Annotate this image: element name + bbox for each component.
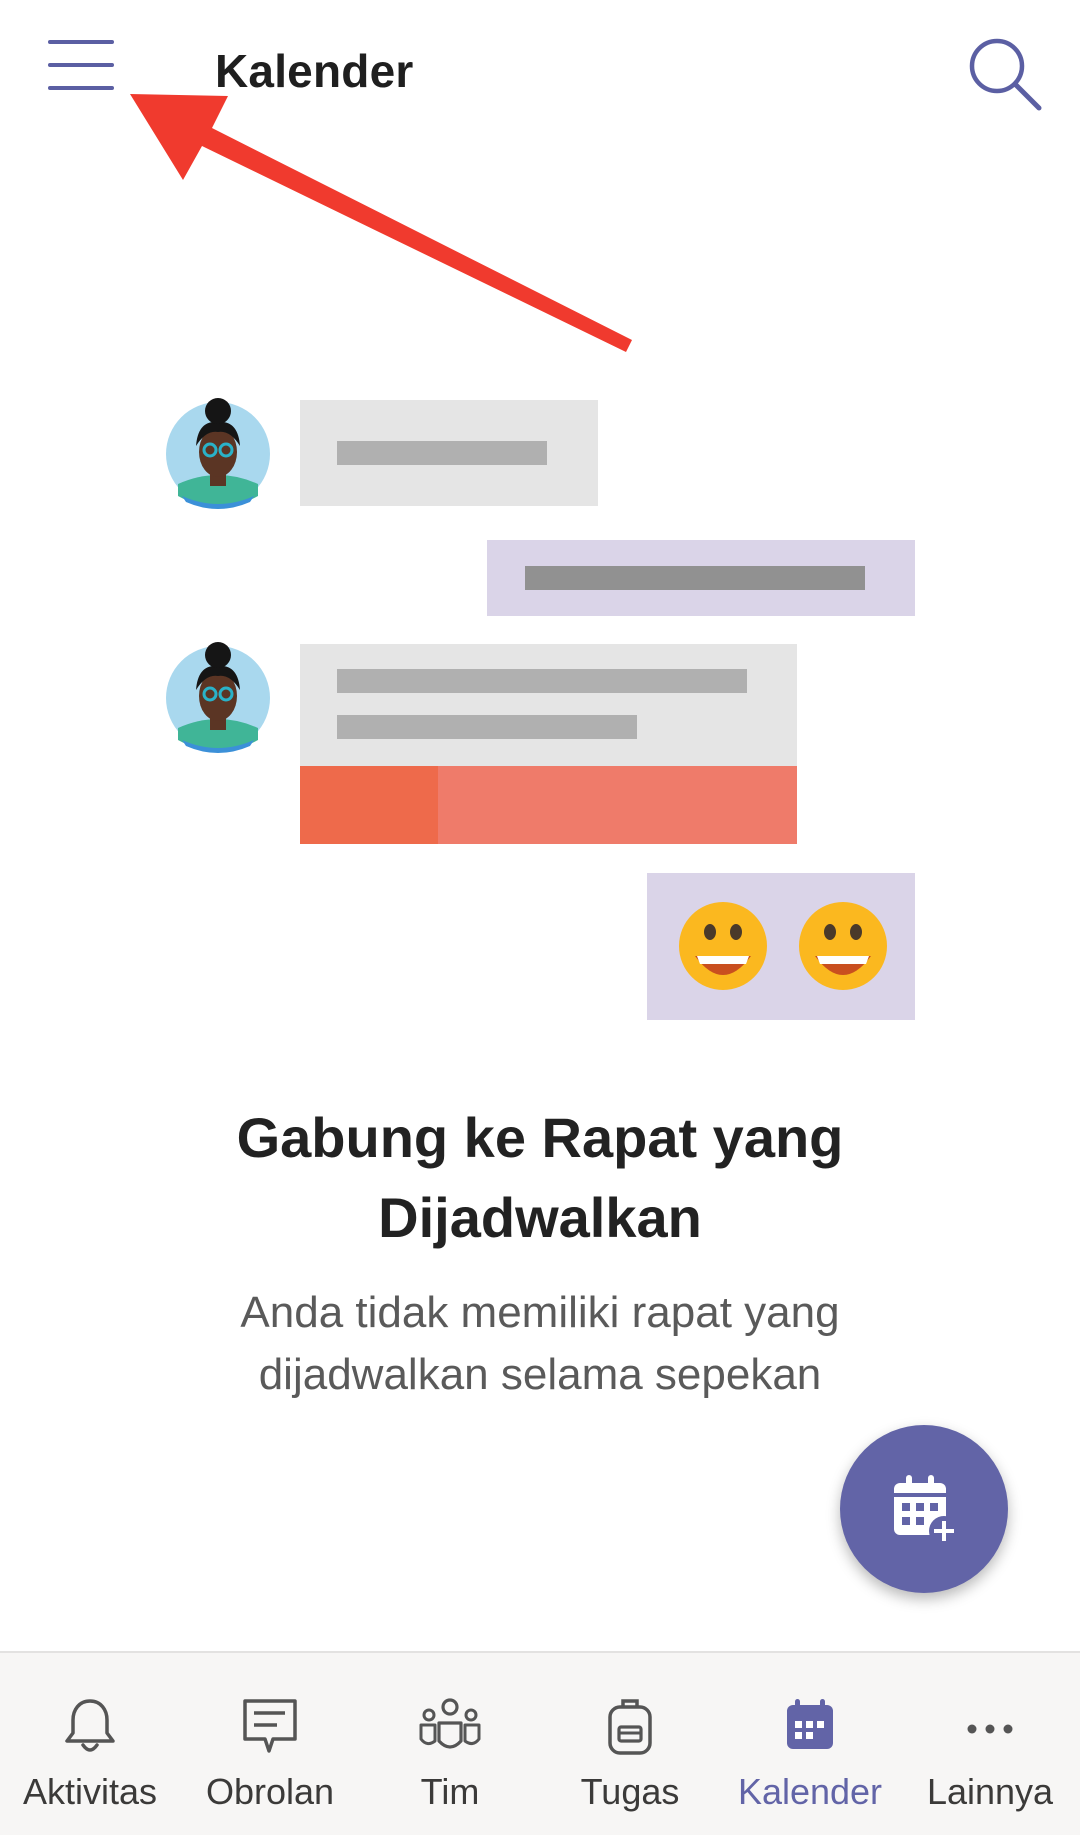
bottom-nav: Aktivitas Obrolan Tim Tugas Kalender Lai…	[0, 1651, 1080, 1835]
nav-label: Obrolan	[205, 1771, 335, 1812]
calendar-icon	[787, 1699, 833, 1749]
calendar-add-icon	[894, 1475, 959, 1546]
avatar-illustration	[166, 398, 270, 509]
smiley-emoji	[679, 902, 767, 990]
empty-state-subtitle: Anda tidak memiliki rapat yang dijadwalk…	[140, 1282, 940, 1406]
chat-icon	[243, 1699, 297, 1753]
empty-state-subtitle-line: dijadwalkan selama sepekan	[258, 1350, 822, 1399]
teams-icon	[419, 1698, 481, 1749]
nav-label: Tim	[420, 1771, 480, 1812]
bell-icon	[65, 1699, 115, 1752]
nav-label: Kalender	[737, 1771, 883, 1812]
empty-state-title-line: Dijadwalkan	[378, 1186, 702, 1249]
nav-item-lainnya[interactable]: Lainnya	[900, 1653, 1080, 1835]
search-icon	[969, 38, 1042, 111]
app-header: Kalender	[0, 0, 1080, 140]
nav-item-obrolan[interactable]: Obrolan	[180, 1653, 360, 1835]
smiley-emoji	[799, 902, 887, 990]
empty-state-title: Gabung ke Rapat yang Dijadwalkan	[140, 1098, 940, 1258]
empty-state-title-line: Gabung ke Rapat yang	[236, 1106, 844, 1169]
nav-label: Lainnya	[926, 1771, 1054, 1812]
hamburger-menu-icon	[48, 40, 114, 90]
avatar-illustration	[166, 642, 270, 753]
backpack-icon	[608, 1699, 652, 1755]
page-title: Kalender	[215, 45, 414, 97]
nav-item-tim[interactable]: Tim	[360, 1653, 540, 1835]
nav-label: Tugas	[580, 1771, 680, 1812]
search-button[interactable]	[965, 34, 1045, 114]
nav-item-tugas[interactable]: Tugas	[540, 1653, 720, 1835]
nav-item-kalender[interactable]: Kalender	[720, 1653, 900, 1835]
nav-item-aktivitas[interactable]: Aktivitas	[0, 1653, 180, 1835]
nav-label: Aktivitas	[22, 1771, 158, 1812]
more-icon	[967, 1724, 1013, 1734]
new-meeting-button[interactable]	[840, 1425, 1008, 1593]
hamburger-menu-button[interactable]	[40, 30, 124, 100]
empty-state-subtitle-line: Anda tidak memiliki rapat yang	[240, 1288, 840, 1337]
chat-illustration	[166, 398, 915, 1020]
